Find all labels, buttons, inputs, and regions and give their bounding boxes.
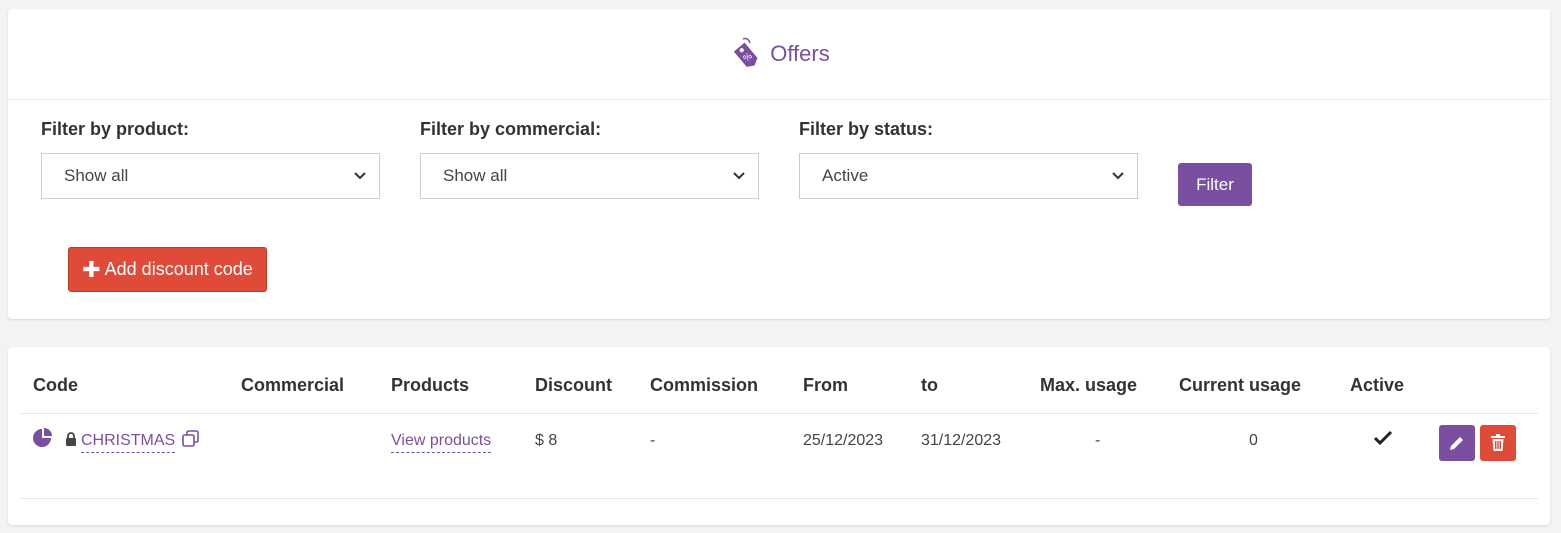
price-tag-percent-icon: % bbox=[728, 37, 762, 71]
commercial-select[interactable]: Show all bbox=[420, 153, 759, 199]
check-icon bbox=[1373, 430, 1393, 451]
column-header-code: Code bbox=[33, 375, 78, 395]
column-header-current-usage: Current usage bbox=[1179, 375, 1302, 395]
chevron-down-icon bbox=[354, 172, 366, 180]
add-discount-code-button[interactable]: ✚ Add discount code bbox=[68, 247, 267, 292]
cell-from-date: 25/12/2023 bbox=[803, 432, 884, 449]
table-row: CHRISTMAS View products $ 8 - 25/12/2023… bbox=[20, 414, 1538, 499]
column-header-from: From bbox=[803, 375, 848, 395]
filter-commercial: Filter by commercial: Show all bbox=[420, 119, 759, 199]
column-header-commercial: Commercial bbox=[241, 375, 345, 395]
cell-to-date: 31/12/2023 bbox=[921, 432, 1002, 449]
offers-table-card: Code Commercial Products Discount Commis… bbox=[8, 347, 1550, 525]
pie-chart-icon[interactable] bbox=[32, 428, 52, 453]
lock-icon bbox=[65, 432, 77, 451]
filter-commercial-label: Filter by commercial: bbox=[420, 119, 602, 139]
delete-button[interactable] bbox=[1480, 425, 1516, 461]
filter-product-label: Filter by product: bbox=[41, 119, 189, 139]
column-header-products: Products bbox=[391, 375, 470, 395]
status-select-value: Active bbox=[822, 166, 869, 185]
filter-status: Filter by status: Active bbox=[799, 119, 1138, 199]
chevron-down-icon bbox=[1112, 172, 1124, 180]
filter-button[interactable]: Filter bbox=[1178, 163, 1252, 206]
filter-product: Filter by product: Show all bbox=[41, 119, 380, 199]
status-select[interactable]: Active bbox=[799, 153, 1138, 199]
plus-icon: ✚ bbox=[82, 256, 101, 282]
column-header-discount: Discount bbox=[535, 375, 613, 395]
cell-discount: $ 8 bbox=[535, 432, 558, 449]
page-title: Offers bbox=[770, 41, 830, 66]
chevron-down-icon bbox=[733, 172, 745, 180]
add-discount-code-label: Add discount code bbox=[104, 259, 253, 279]
column-header-to: to bbox=[921, 375, 938, 395]
cell-commission: - bbox=[650, 432, 656, 449]
code-link[interactable]: CHRISTMAS bbox=[81, 432, 176, 453]
column-header-commission: Commission bbox=[650, 375, 759, 395]
column-header-max-usage: Max. usage bbox=[1040, 375, 1138, 395]
page-header: % Offers bbox=[8, 9, 1550, 100]
commercial-select-value: Show all bbox=[443, 166, 508, 185]
cell-current-usage: 0 bbox=[1249, 432, 1258, 449]
table-header: Code Commercial Products Discount Commis… bbox=[20, 361, 1538, 414]
view-products-link[interactable]: View products bbox=[391, 432, 492, 453]
pencil-icon bbox=[1450, 437, 1463, 450]
column-header-active: Active bbox=[1350, 375, 1405, 395]
filter-status-label: Filter by status: bbox=[799, 119, 934, 139]
cell-max-usage: - bbox=[1095, 432, 1101, 449]
product-select[interactable]: Show all bbox=[41, 153, 380, 199]
copy-icon[interactable] bbox=[182, 430, 200, 453]
filters-card: % Offers Filter by product: Show all Fil… bbox=[8, 9, 1550, 319]
trash-icon bbox=[1491, 434, 1505, 451]
product-select-value: Show all bbox=[64, 166, 129, 185]
edit-button[interactable] bbox=[1439, 425, 1475, 461]
